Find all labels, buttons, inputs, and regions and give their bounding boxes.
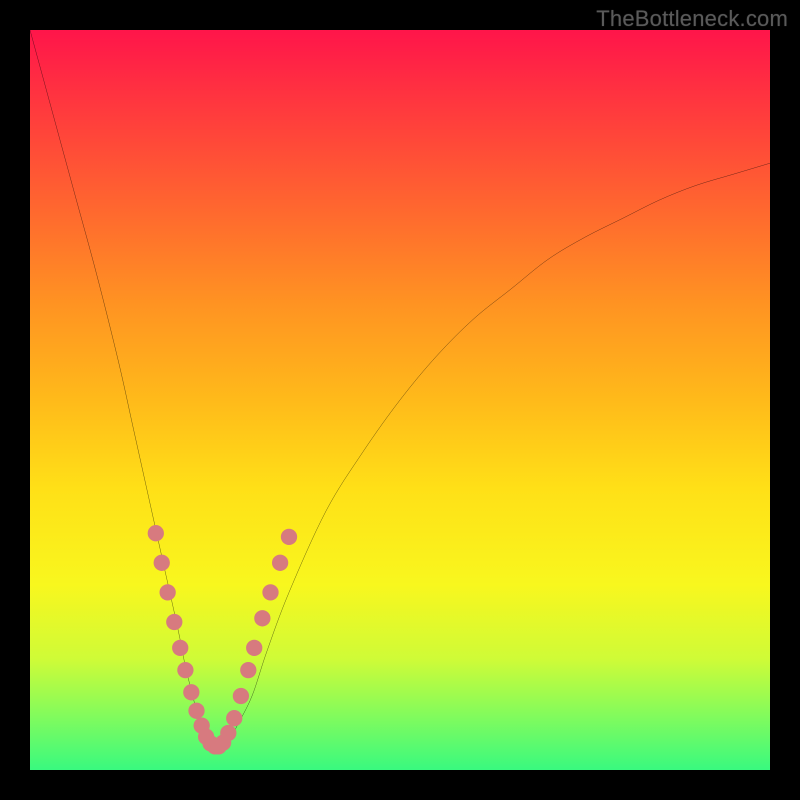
marker-dot (226, 710, 242, 726)
bottleneck-curve (30, 30, 770, 749)
chart-svg (30, 30, 770, 770)
marker-dot (262, 584, 278, 600)
marker-dot (148, 525, 164, 541)
chart-frame: TheBottleneck.com (0, 0, 800, 800)
marker-dot (233, 688, 249, 704)
marker-dot (183, 684, 199, 700)
marker-dot (240, 662, 256, 678)
marker-dot (166, 614, 182, 630)
marker-dot (188, 703, 204, 719)
plot-area (30, 30, 770, 770)
marker-dots (148, 525, 297, 754)
marker-dot (160, 584, 176, 600)
marker-dot (272, 555, 288, 571)
marker-dot (154, 555, 170, 571)
marker-dot (254, 610, 270, 626)
marker-dot (281, 529, 297, 545)
marker-dot (177, 662, 193, 678)
marker-dot (172, 640, 188, 656)
marker-dot (246, 640, 262, 656)
watermark-text: TheBottleneck.com (596, 6, 788, 32)
marker-dot (220, 725, 236, 741)
